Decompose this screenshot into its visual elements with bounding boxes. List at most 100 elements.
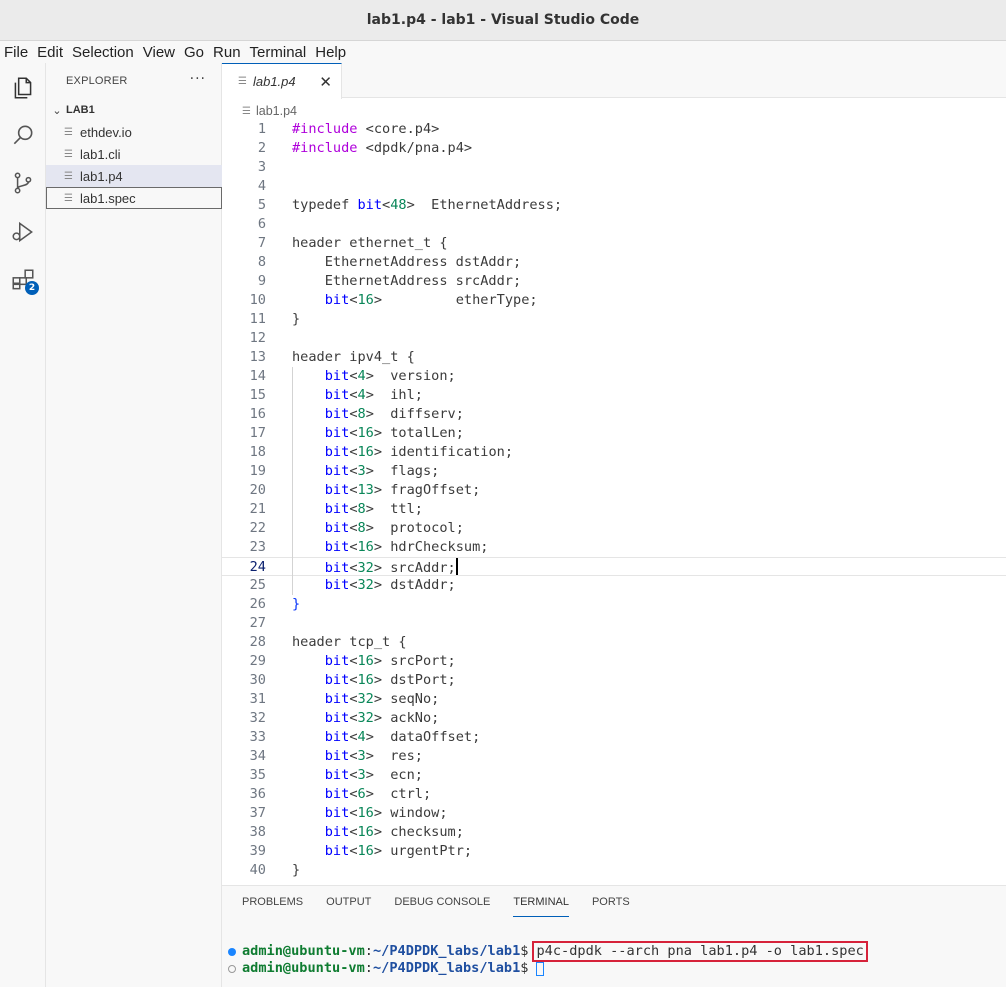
line-number: 28	[249, 634, 266, 650]
code-line[interactable]: 38 bit<16> checksum;	[222, 823, 1006, 842]
code-line[interactable]: 34 bit<3> res;	[222, 747, 1006, 766]
file-name: ethdev.io	[80, 124, 132, 140]
code-line[interactable]: 35 bit<3> ecn;	[222, 766, 1006, 785]
code-line[interactable]: 11}	[222, 310, 1006, 329]
code-line[interactable]: 14 bit<4> version;	[222, 367, 1006, 386]
line-number: 27	[249, 615, 266, 631]
code-line[interactable]: 37 bit<16> window;	[222, 804, 1006, 823]
line-number: 32	[249, 710, 266, 726]
code-line[interactable]: 39 bit<16> urgentPtr;	[222, 842, 1006, 861]
tab-lab1-p4[interactable]: ☰ lab1.p4 ✕	[222, 63, 342, 99]
line-number: 39	[249, 843, 266, 859]
code-line[interactable]: 5 typedef bit<48> EthernetAddress;	[222, 196, 1006, 215]
code-line[interactable]: 23 bit<16> hdrChecksum;	[222, 538, 1006, 557]
code-line[interactable]: 31 bit<32> seqNo;	[222, 690, 1006, 709]
code-text: bit<8> protocol;	[324, 520, 464, 536]
menu-file[interactable]: File	[4, 44, 28, 61]
code-line[interactable]: 9 EthernetAddress srcAddr;	[222, 272, 1006, 291]
code-line[interactable]: 22 bit<8> protocol;	[222, 519, 1006, 538]
code-line[interactable]: 8 EthernetAddress dstAddr;	[222, 253, 1006, 272]
file-lab1-spec[interactable]: ☰ lab1.spec	[46, 187, 222, 209]
file-ethdev-io[interactable]: ☰ ethdev.io	[46, 121, 222, 143]
menu-terminal[interactable]: Terminal	[250, 44, 307, 61]
menu-bar: File Edit Selection View Go Run Terminal…	[0, 41, 1006, 63]
menu-edit[interactable]: Edit	[37, 44, 63, 61]
terminal-path: ~/P4DPDK_labs/lab1	[372, 943, 521, 959]
more-actions-icon[interactable]: ···	[190, 71, 206, 87]
code-editor[interactable]: 1 #include <core.p4> 2 #include <dpdk/pna.p…	[222, 120, 1006, 885]
code-text: bit<8> ttl;	[324, 501, 423, 517]
code-line[interactable]: 13 header ipv4_t {	[222, 348, 1006, 367]
folder-name: LAB1	[66, 104, 95, 116]
code-line[interactable]: 18 bit<16> identification;	[222, 443, 1006, 462]
line-number: 2	[257, 140, 266, 156]
code-line[interactable]: 12	[222, 329, 1006, 348]
source-control-icon[interactable]	[8, 168, 38, 198]
folder-lab1[interactable]: ⌄ LAB1	[46, 99, 222, 121]
menu-selection[interactable]: Selection	[72, 44, 134, 61]
line-number: 1	[257, 121, 266, 137]
file-lab1-p4[interactable]: ☰ lab1.p4	[46, 165, 222, 187]
file-lab1-cli[interactable]: ☰ lab1.cli	[46, 143, 222, 165]
code-line[interactable]: 32 bit<32> ackNo;	[222, 709, 1006, 728]
code-line[interactable]: 30 bit<16> dstPort;	[222, 671, 1006, 690]
indent-guide	[292, 367, 293, 595]
terminal-separator: :	[364, 943, 373, 959]
menu-view[interactable]: View	[143, 44, 175, 61]
command-pending-icon	[228, 964, 236, 973]
code-text: bit<3> flags;	[324, 463, 440, 479]
line-number: 31	[249, 691, 266, 707]
command-success-icon[interactable]	[228, 947, 236, 956]
code-line[interactable]: 28 header tcp_t {	[222, 633, 1006, 652]
code-text: bit<16> hdrChecksum;	[324, 539, 489, 555]
terminal-prompt: $	[520, 960, 529, 976]
code-line[interactable]: 26}	[222, 595, 1006, 614]
line-number: 33	[249, 729, 266, 745]
code-line[interactable]: 10 bit<16> etherType;	[222, 291, 1006, 310]
explorer-icon[interactable]	[8, 73, 38, 103]
tab-label: lab1.p4	[252, 74, 296, 89]
code-line[interactable]: 15 bit<4> ihl;	[222, 386, 1006, 405]
extensions-badge: 2	[25, 281, 39, 295]
code-text: #include <core.p4>	[292, 121, 440, 137]
editor-area: ☰ lab1.p4 ✕ ☰ lab1.p4 1 #include <core.p4…	[222, 63, 1006, 885]
code-line[interactable]: 24 bit<32> srcAddr;	[222, 557, 1006, 576]
bottom-panel: PROBLEMS OUTPUT DEBUG CONSOLE TERMINAL P…	[222, 885, 1006, 987]
code-line[interactable]: 29 bit<16> srcPort;	[222, 652, 1006, 671]
text-cursor	[455, 558, 458, 575]
code-line[interactable]: 3	[222, 158, 1006, 177]
code-line[interactable]: 21 bit<8> ttl;	[222, 500, 1006, 519]
terminal[interactable]: admin@ubuntu-vm : ~/P4DPDK_labs/lab1 $ p…	[222, 886, 1006, 987]
menu-help[interactable]: Help	[315, 44, 346, 61]
code-line[interactable]: 19 bit<3> flags;	[222, 462, 1006, 481]
code-line[interactable]: 7 header ethernet_t {	[222, 234, 1006, 253]
code-line[interactable]: 36 bit<6> ctrl;	[222, 785, 1006, 804]
code-line[interactable]: 27	[222, 614, 1006, 633]
extensions-icon[interactable]: 2	[8, 265, 39, 295]
code-line[interactable]: 20 bit<13> fragOffset;	[222, 481, 1006, 500]
breadcrumb[interactable]: ☰ lab1.p4	[242, 102, 297, 120]
close-icon[interactable]: ✕	[319, 73, 332, 91]
code-text: bit<16> totalLen;	[324, 425, 464, 441]
code-text: bit<16> dstPort;	[324, 672, 456, 688]
code-line[interactable]: 2 #include <dpdk/pna.p4>	[222, 139, 1006, 158]
menu-run[interactable]: Run	[213, 44, 241, 61]
terminal-cursor	[536, 961, 545, 976]
line-number: 12	[249, 330, 266, 346]
code-line[interactable]: 6	[222, 215, 1006, 234]
code-line[interactable]: 1 #include <core.p4>	[222, 120, 1006, 139]
code-line[interactable]: 4	[222, 177, 1006, 196]
terminal-separator: :	[364, 960, 373, 976]
code-line[interactable]: 33 bit<4> dataOffset;	[222, 728, 1006, 747]
code-line[interactable]: 40}	[222, 861, 1006, 880]
run-debug-icon[interactable]	[8, 217, 38, 247]
line-number: 38	[249, 824, 266, 840]
code-line[interactable]: 25 bit<32> dstAddr;	[222, 576, 1006, 595]
search-icon[interactable]	[8, 120, 38, 150]
terminal-path: ~/P4DPDK_labs/lab1	[372, 960, 521, 976]
code-line[interactable]: 17 bit<16> totalLen;	[222, 424, 1006, 443]
code-line[interactable]: 16 bit<8> diffserv;	[222, 405, 1006, 424]
code-text: bit<4> ihl;	[324, 387, 423, 403]
menu-go[interactable]: Go	[184, 44, 204, 61]
line-number: 9	[257, 273, 266, 289]
